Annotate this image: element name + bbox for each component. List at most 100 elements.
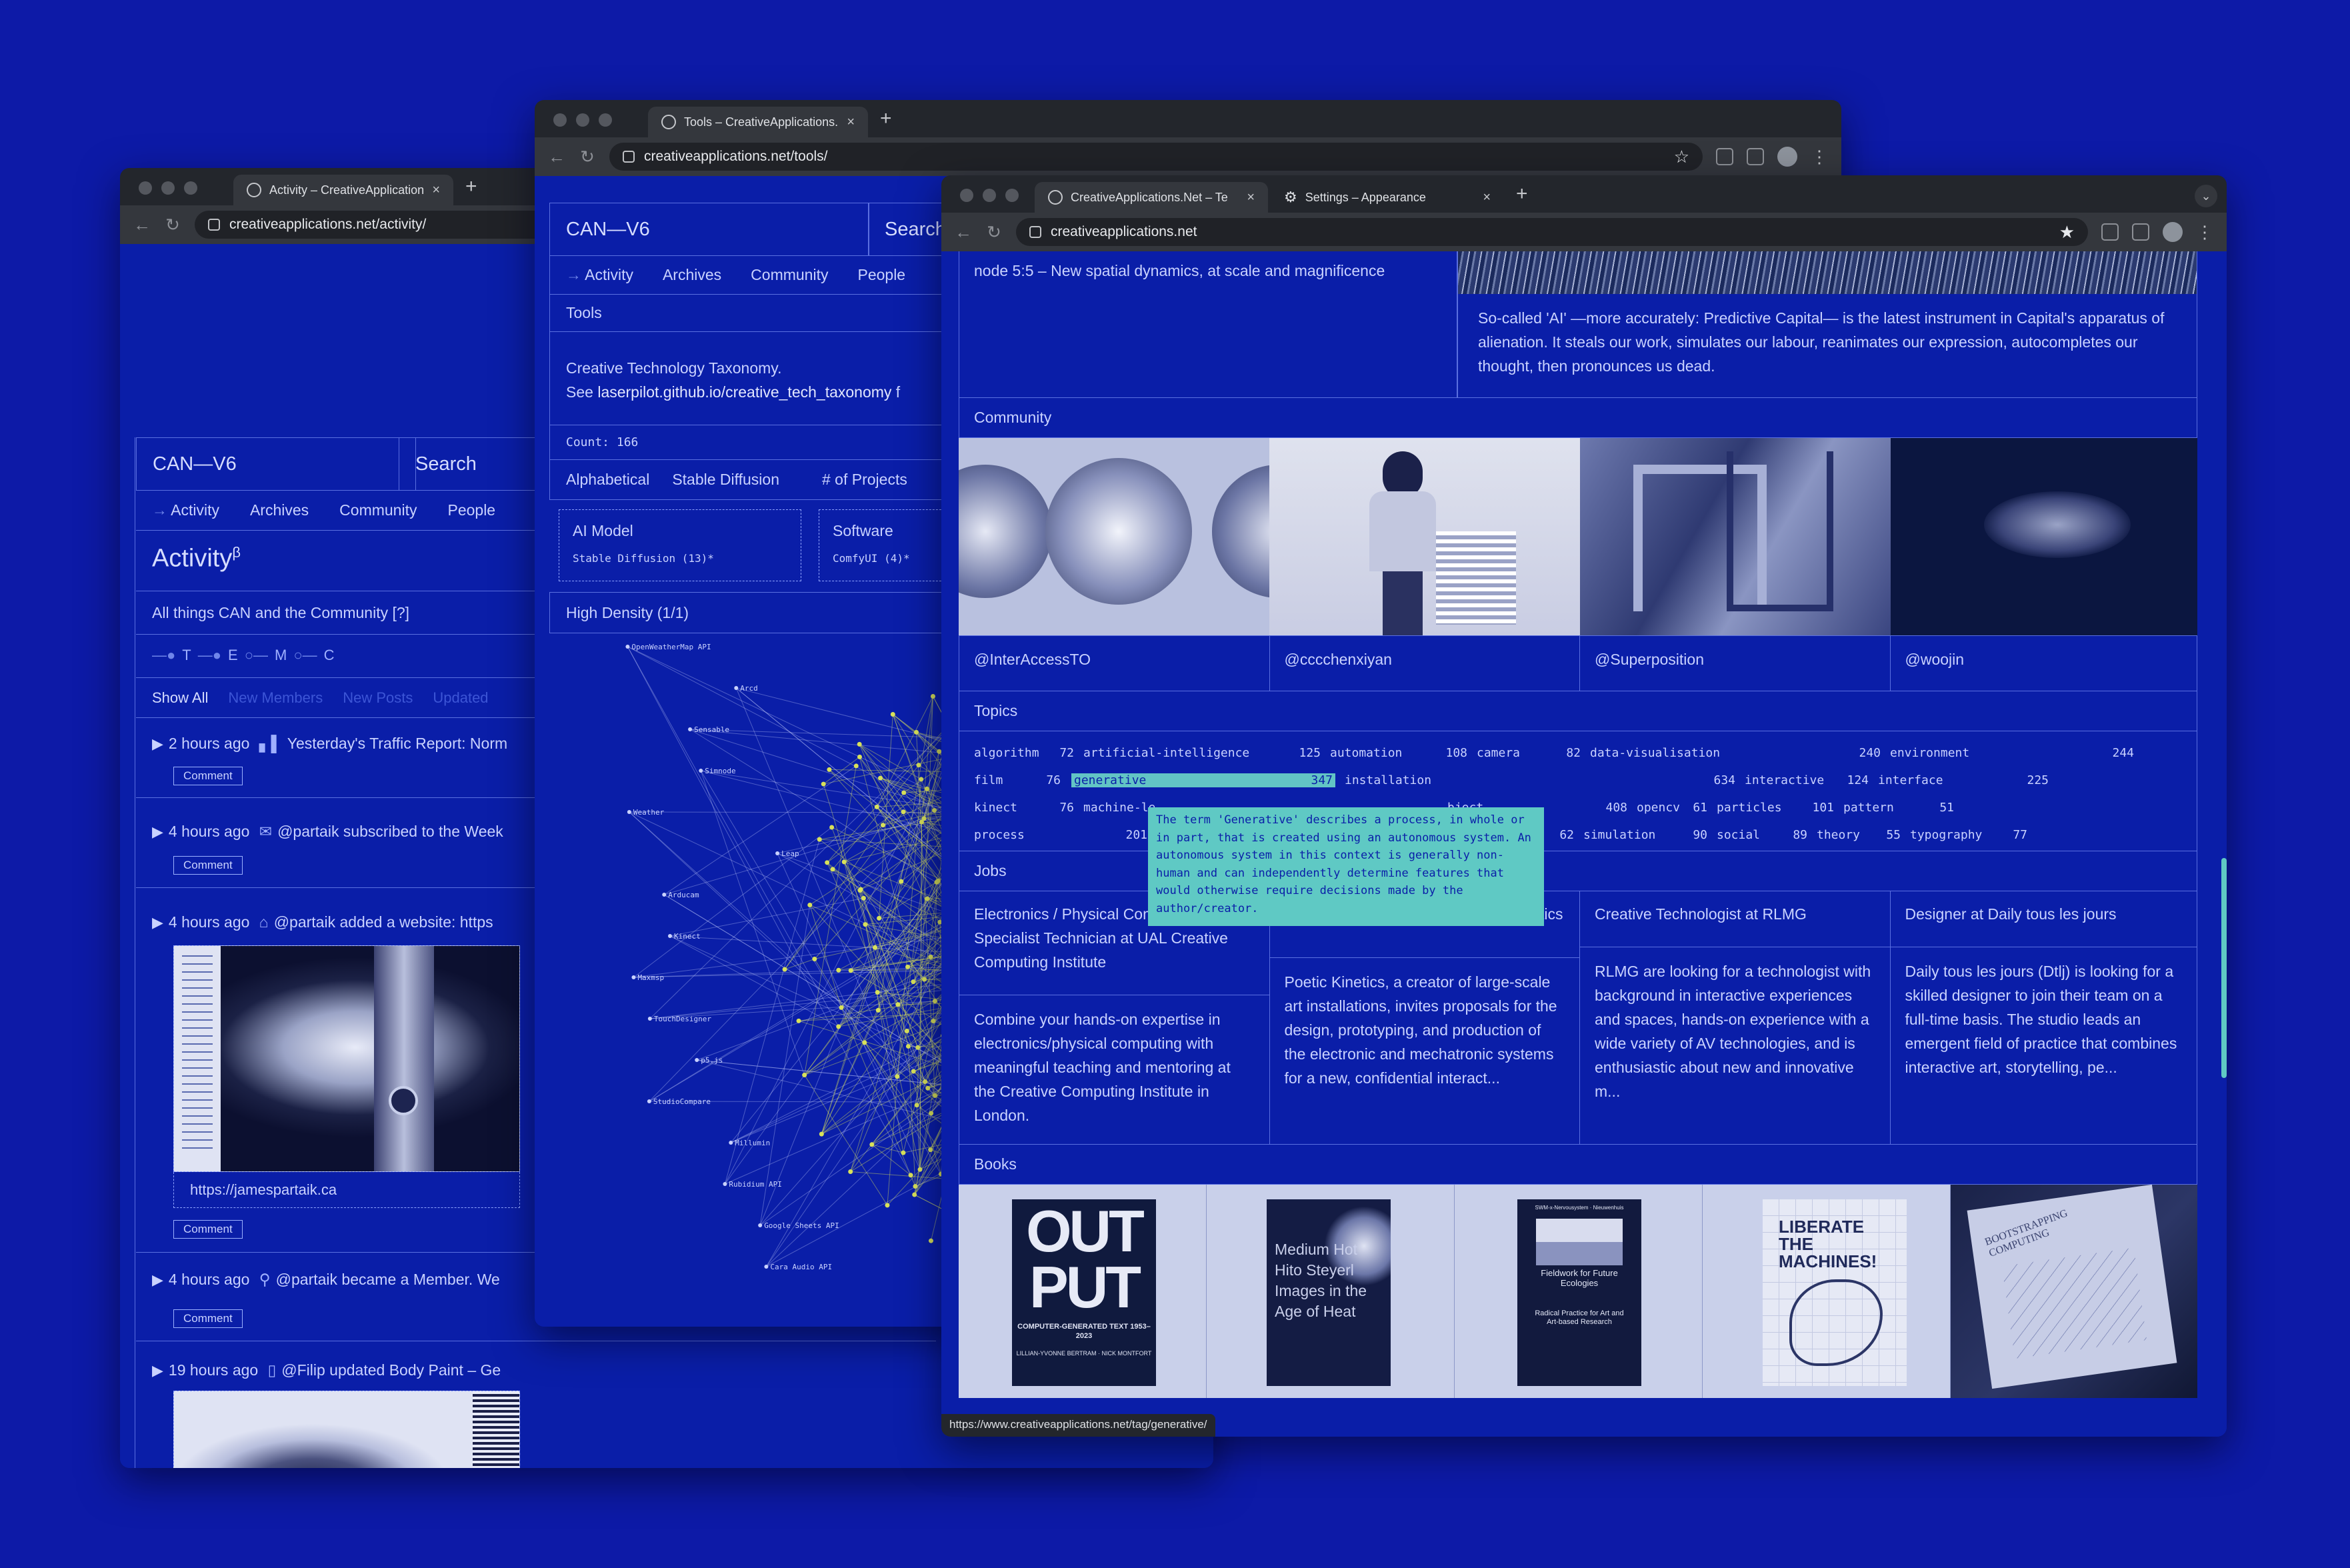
site-info-icon[interactable]	[623, 151, 635, 163]
graph-node[interactable]	[758, 1223, 763, 1227]
graph-node-label[interactable]: Arcd	[740, 684, 758, 693]
expand-triangle-icon[interactable]: ▶	[152, 1271, 163, 1288]
site-info-icon[interactable]	[208, 219, 220, 231]
graph-node-label[interactable]: Rubidium API	[729, 1180, 781, 1189]
graph-node[interactable]	[928, 1147, 933, 1153]
graph-node[interactable]	[914, 1103, 919, 1108]
graph-node[interactable]	[919, 819, 924, 825]
graph-node[interactable]	[922, 977, 927, 982]
activity-item[interactable]: ▶ 4 hours ago ✉ @partaik subscribed to the…	[152, 823, 503, 841]
graph-node-label[interactable]: Google Sheets API	[764, 1221, 839, 1230]
graph-node[interactable]	[895, 1002, 901, 1007]
bookmark-star-icon[interactable]: ☆	[1674, 147, 1689, 167]
tab-tools[interactable]: Tools – CreativeApplications. ×	[648, 107, 868, 137]
nav-activity[interactable]: → Activity	[152, 501, 219, 519]
graph-node[interactable]	[901, 809, 906, 815]
topic-tag[interactable]: social	[1707, 828, 1781, 842]
website-link[interactable]: https://jamespartaik.ca	[173, 1172, 520, 1208]
graph-node[interactable]	[857, 754, 862, 759]
graph-node[interactable]	[873, 945, 878, 950]
book-liberate-the-machines[interactable]: LIBERATE THE MACHINES!	[1703, 1185, 1951, 1398]
topic-tag[interactable]: camera	[1467, 746, 1561, 760]
comment-button[interactable]: Comment	[173, 856, 243, 875]
topic-tag[interactable]: environment	[1881, 746, 2107, 760]
graph-node[interactable]	[812, 957, 817, 962]
filter-show-all[interactable]: Show All	[152, 689, 208, 707]
topic-tag[interactable]: process	[974, 828, 1121, 842]
graph-node-label[interactable]: StudioCompare	[653, 1097, 711, 1106]
address-bar[interactable]: creativeapplications.net/tools/ ☆	[609, 143, 1703, 171]
close-tab-icon[interactable]: ×	[432, 183, 440, 198]
puzzle-icon[interactable]	[1747, 148, 1764, 165]
graph-node-label[interactable]: Maxmsp	[637, 973, 664, 982]
graph-node[interactable]	[877, 775, 883, 781]
activity-item[interactable]: ▶ 4 hours ago ⚲ @partaik became a Member. …	[152, 1271, 500, 1289]
tab-creativeapplications[interactable]: CreativeApplications.Net – Te ×	[1035, 182, 1268, 213]
graph-node[interactable]	[905, 1043, 911, 1049]
close-tab-icon[interactable]: ×	[847, 115, 855, 130]
bookmark-star-icon[interactable]: ★	[2059, 222, 2075, 243]
graph-node[interactable]	[869, 1142, 875, 1147]
filter-new-members[interactable]: New Members	[228, 689, 323, 707]
graph-node[interactable]	[841, 859, 847, 865]
activity-item[interactable]: ▶ 2 hours ago ▖▌ Yesterday's Traffic Repor…	[152, 735, 507, 753]
graph-node[interactable]	[916, 763, 921, 768]
graph-node[interactable]	[821, 781, 826, 787]
graph-node[interactable]	[904, 1028, 909, 1033]
graph-node[interactable]	[905, 964, 911, 969]
graph-node[interactable]	[874, 804, 879, 809]
topic-tag-generative-hovered[interactable]: generative 347	[1071, 773, 1335, 787]
graph-node[interactable]	[647, 1099, 651, 1103]
graph-node[interactable]	[917, 1167, 923, 1172]
graph-node[interactable]	[915, 1045, 921, 1050]
graph-node-label[interactable]: Arducam	[668, 891, 699, 899]
community-image-interaccess[interactable]	[959, 438, 1269, 635]
graph-node[interactable]	[899, 879, 904, 884]
graph-node[interactable]	[911, 1069, 916, 1074]
nav-community[interactable]: Community	[339, 501, 417, 519]
community-handle[interactable]: @cccchenxiyan	[1270, 636, 1580, 691]
graph-node[interactable]	[796, 1018, 801, 1023]
essay-card[interactable]: So-called 'AI' —more accurately: Predict…	[1457, 251, 2197, 398]
nav-people[interactable]: People	[447, 501, 495, 519]
extension-icon[interactable]	[1716, 148, 1733, 165]
topic-tag[interactable]: artificial-intelligence	[1074, 746, 1294, 760]
close-tab-icon[interactable]: ×	[1247, 190, 1255, 205]
site-logo[interactable]: CAN—V6	[549, 203, 869, 256]
graph-node[interactable]	[819, 1131, 824, 1137]
tab-activity[interactable]: Activity – CreativeApplication ×	[233, 175, 453, 205]
nav-people[interactable]: People	[857, 266, 905, 284]
nav-archives[interactable]: Archives	[250, 501, 309, 519]
community-handle[interactable]: @woojin	[1891, 636, 2197, 691]
new-tab-icon[interactable]: +	[465, 175, 477, 198]
graph-node[interactable]	[627, 810, 631, 814]
book-bootstrapping-computing[interactable]: BOOTSTRAPPING COMPUTING	[1951, 1184, 2197, 1398]
graph-node[interactable]	[817, 837, 822, 842]
graph-node[interactable]	[933, 1093, 938, 1098]
tab-settings[interactable]: ⚙ Settings – Appearance ×	[1271, 182, 1504, 213]
topic-tag[interactable]: installation	[1335, 773, 1709, 787]
topic-tag[interactable]: kinect	[974, 801, 1054, 815]
book-output[interactable]: OUT PUT COMPUTER-GENERATED TEXT 1953–202…	[959, 1185, 1207, 1398]
comment-button[interactable]: Comment	[173, 1220, 243, 1239]
graph-node[interactable]	[647, 1017, 652, 1021]
community-handle[interactable]: @Superposition	[1580, 636, 1891, 691]
graph-node[interactable]	[885, 1203, 890, 1208]
graph-node-label[interactable]: OpenWeatherMap API	[631, 643, 711, 651]
new-tab-icon[interactable]: +	[1516, 183, 1528, 205]
graph-node[interactable]	[699, 769, 703, 773]
community-image-woojin[interactable]	[1891, 438, 2197, 635]
graph-node-label[interactable]: Sensable	[694, 725, 729, 734]
graph-node[interactable]	[912, 1192, 917, 1197]
reload-icon[interactable]: ↻	[985, 222, 1003, 243]
site-info-icon[interactable]	[1029, 226, 1041, 238]
graph-node[interactable]	[911, 979, 916, 985]
expand-triangle-icon[interactable]: ▶	[152, 823, 163, 840]
job-card[interactable]: Mechatronics Engineer at Poetic Kinetics…	[1269, 891, 1580, 1144]
graph-node[interactable]	[923, 1079, 928, 1085]
graph-node[interactable]	[625, 645, 630, 649]
graph-node[interactable]	[875, 1007, 881, 1013]
graph-node[interactable]	[853, 763, 859, 769]
job-title[interactable]: Creative Technologist at RLMG	[1580, 891, 1890, 947]
graph-node[interactable]	[863, 922, 868, 927]
